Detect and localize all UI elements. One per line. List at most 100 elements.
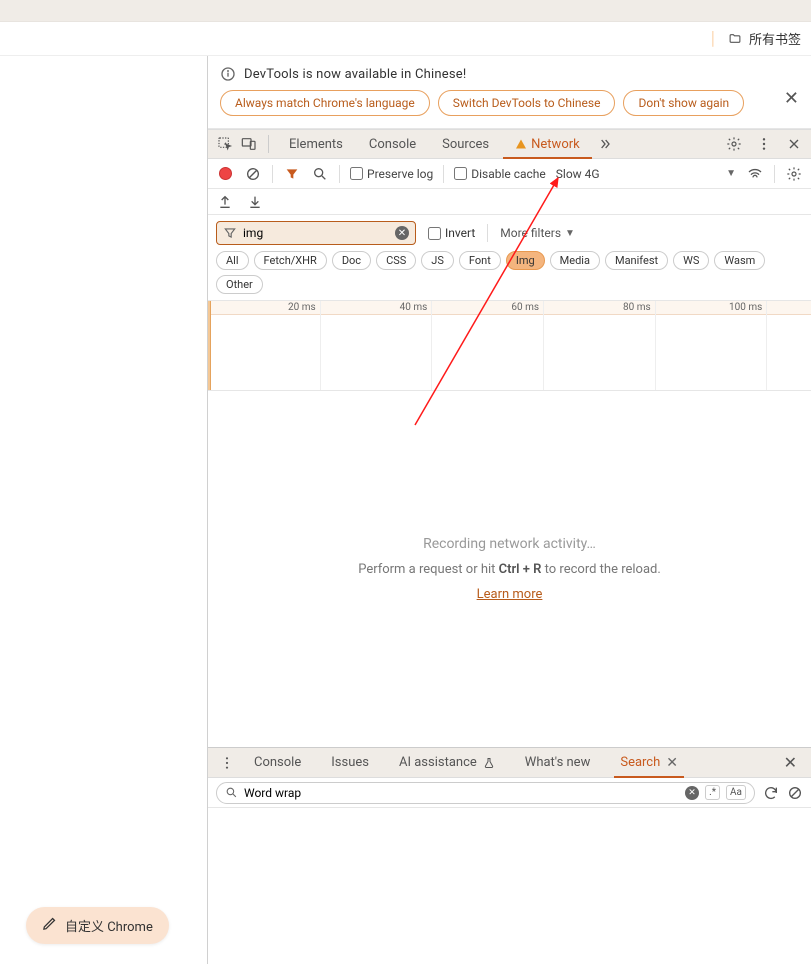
drawer-tabbar: Console Issues AI assistance What's new … (208, 748, 811, 778)
type-filter-fetchxhr[interactable]: Fetch/XHR (254, 251, 327, 270)
search-icon[interactable] (311, 165, 329, 183)
device-toggle-icon[interactable] (238, 133, 260, 155)
invert-checkbox[interactable]: Invert (428, 226, 475, 240)
filter-icon[interactable] (283, 165, 301, 183)
dont-show-again-button[interactable]: Don't show again (623, 90, 744, 116)
filter-text-input[interactable] (237, 226, 395, 240)
separator (443, 165, 444, 183)
more-filters-label: More filters (500, 226, 561, 240)
drawer-tab-whatsnew[interactable]: What's new (511, 748, 605, 777)
search-results-area (208, 808, 811, 964)
separator (272, 165, 273, 183)
type-filter-manifest[interactable]: Manifest (605, 251, 668, 270)
switch-to-chinese-button[interactable]: Switch DevTools to Chinese (438, 90, 616, 116)
filter-input[interactable]: ✕ (216, 221, 416, 245)
type-filter-other[interactable]: Other (216, 275, 263, 294)
disable-cache-checkbox[interactable]: Disable cache (454, 167, 546, 181)
drawer-tab-search-label: Search (620, 755, 660, 770)
download-icon[interactable] (246, 193, 264, 211)
always-match-language-button[interactable]: Always match Chrome's language (220, 90, 430, 116)
drawer-tab-ai-label: AI assistance (399, 755, 477, 770)
close-icon[interactable]: ✕ (784, 88, 799, 109)
drawer-tab-search[interactable]: Search ✕ (606, 748, 692, 777)
tab-console[interactable]: Console (357, 130, 428, 158)
refresh-icon[interactable] (763, 785, 779, 801)
page-content-area (0, 56, 207, 964)
network-toolbar: Preserve log Disable cache Slow 4G ▼ (208, 159, 811, 189)
tab-sources[interactable]: Sources (430, 130, 501, 158)
recording-message: Recording network activity… (423, 536, 596, 552)
timeline-tick-label: 20 ms (288, 302, 320, 313)
disable-cache-label: Disable cache (471, 167, 546, 181)
upload-icon[interactable] (216, 193, 234, 211)
preserve-log-checkbox[interactable]: Preserve log (350, 167, 433, 181)
inspect-element-icon[interactable] (214, 133, 236, 155)
bookmarks-bar: | 所有书签 (0, 22, 811, 56)
waterfall-timeline[interactable]: 20 ms40 ms60 ms80 ms100 ms (208, 301, 811, 391)
all-bookmarks-button[interactable]: 所有书签 (749, 29, 801, 48)
regex-toggle[interactable]: .* (705, 785, 720, 800)
settings-icon[interactable] (785, 165, 803, 183)
separator (774, 165, 775, 183)
clear-results-icon[interactable] (787, 785, 803, 801)
more-filters-button[interactable]: More filters ▼ (500, 226, 575, 240)
search-input-wrap[interactable]: ✕ .* Aa (216, 782, 755, 804)
tab-elements[interactable]: Elements (277, 130, 355, 158)
language-banner: DevTools is now available in Chinese! Al… (208, 56, 811, 129)
clear-search-icon[interactable]: ✕ (685, 786, 699, 800)
timeline-tick-label: 80 ms (623, 302, 655, 313)
throttle-value: Slow 4G (556, 167, 600, 181)
search-toolbar: ✕ .* Aa (208, 778, 811, 808)
pencil-icon (42, 916, 57, 935)
chevron-down-icon[interactable]: ▼ (726, 168, 736, 179)
invert-label: Invert (445, 226, 475, 240)
timeline-gridline (320, 301, 321, 390)
settings-icon[interactable] (723, 133, 745, 155)
type-filter-media[interactable]: Media (550, 251, 600, 270)
close-devtools-icon[interactable] (783, 133, 805, 155)
separator (268, 135, 269, 153)
network-conditions-icon[interactable] (746, 165, 764, 183)
resource-type-filters: All Fetch/XHR Doc CSS JS Font Img Media Manifest… (216, 251, 803, 294)
tab-network[interactable]: Network (503, 130, 592, 158)
preserve-log-label: Preserve log (367, 167, 433, 181)
timeline-start-marker (208, 301, 211, 390)
kebab-menu-icon[interactable] (753, 133, 775, 155)
clear-filter-icon[interactable]: ✕ (395, 226, 409, 240)
type-filter-wasm[interactable]: Wasm (714, 251, 765, 270)
filter-funnel-icon (223, 226, 237, 240)
filter-bar: ✕ Invert More filters ▼ All Fetch/XHR Doc C… (208, 215, 811, 301)
timeline-tick-label: 60 ms (511, 302, 543, 313)
close-tab-icon[interactable]: ✕ (666, 755, 678, 771)
search-input[interactable] (244, 786, 679, 800)
customize-chrome-button[interactable]: 自定义 Chrome (26, 907, 169, 944)
type-filter-all[interactable]: All (216, 251, 249, 270)
type-filter-doc[interactable]: Doc (332, 251, 371, 270)
type-filter-img[interactable]: Img (506, 251, 545, 270)
timeline-gridline (655, 301, 656, 390)
record-button[interactable] (216, 165, 234, 183)
clear-icon[interactable] (244, 165, 262, 183)
devtools-tabbar: Elements Console Sources Network (208, 129, 811, 159)
learn-more-link[interactable]: Learn more (477, 587, 543, 602)
more-tabs-icon[interactable] (594, 133, 616, 155)
type-filter-css[interactable]: CSS (376, 251, 416, 270)
kebab-menu-icon[interactable] (216, 752, 238, 774)
type-filter-font[interactable]: Font (459, 251, 501, 270)
separator: | (711, 28, 715, 49)
info-icon (220, 66, 236, 82)
flask-icon (483, 757, 495, 769)
type-filter-ws[interactable]: WS (673, 251, 709, 270)
drawer-tab-ai[interactable]: AI assistance (385, 748, 509, 777)
devtools-panel: DevTools is now available in Chinese! Al… (207, 56, 811, 964)
drawer-panel: Console Issues AI assistance What's new … (208, 747, 811, 964)
type-filter-js[interactable]: JS (421, 251, 454, 270)
close-drawer-icon[interactable]: ✕ (778, 753, 803, 772)
case-toggle[interactable]: Aa (726, 785, 746, 800)
search-icon (225, 786, 238, 799)
throttle-select[interactable]: Slow 4G (556, 167, 600, 181)
drawer-tab-issues[interactable]: Issues (317, 748, 383, 777)
drawer-tab-console[interactable]: Console (240, 748, 315, 777)
folder-icon (727, 32, 743, 45)
banner-message: DevTools is now available in Chinese! (244, 67, 466, 82)
